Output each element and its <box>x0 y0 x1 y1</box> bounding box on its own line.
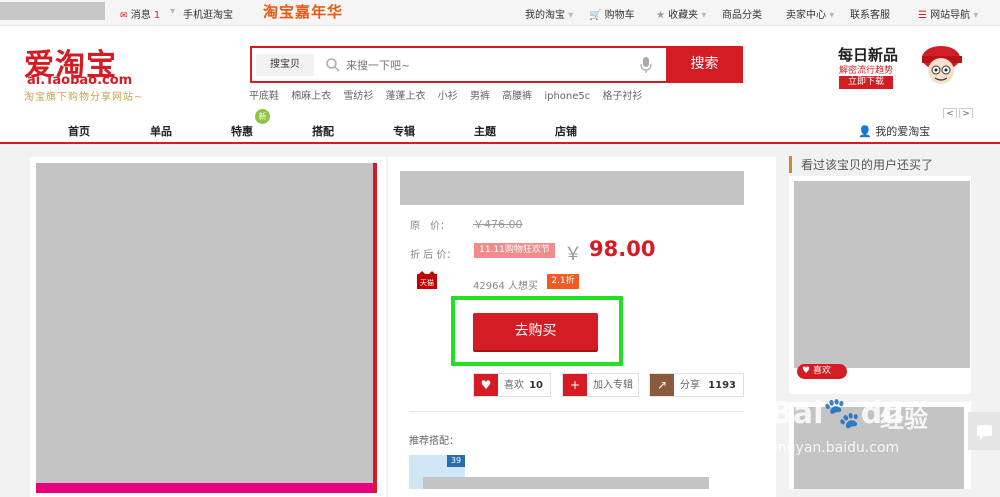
hot-search-link[interactable]: 男裤 <box>470 91 490 102</box>
discount-price-label: 折 后 价： <box>410 250 457 261</box>
cart-icon: 🛒 <box>589 10 602 21</box>
header: 爱淘宝 ai.Taobao.com 淘宝旗下购物分享网站~ 搜宝贝 搜索 平底鞋… <box>0 26 1000 121</box>
original-price: ￥476.00 <box>473 218 523 231</box>
divider: ▾ <box>170 6 176 17</box>
messages-link[interactable]: ✉ 消息 1 <box>120 6 160 21</box>
recommend-like-button[interactable]: ♥ 喜欢 <box>797 364 847 379</box>
festival-logo[interactable]: 淘宝嘉年华 <box>263 1 343 22</box>
search-button[interactable]: 搜索 <box>666 46 743 83</box>
share-button[interactable]: ↗ 分享 1193 <box>649 373 744 397</box>
user-icon: 👤 <box>858 125 872 138</box>
star-icon: ★ <box>656 10 665 21</box>
tmall-icon: 天猫 <box>417 271 437 289</box>
mail-icon: ✉ <box>120 11 128 21</box>
download-button[interactable]: 立即下载 <box>839 76 893 89</box>
logo-url: ai.Taobao.com <box>27 73 133 88</box>
categories-link[interactable]: 商品分类 <box>722 6 762 21</box>
nav-shop[interactable]: 店铺 <box>555 123 577 139</box>
mascot-icon <box>922 46 962 84</box>
seller-center-link[interactable]: 卖家中心 ▾ <box>786 6 834 21</box>
wants-count: 42964 人想买 <box>473 281 538 292</box>
product-title <box>400 171 744 205</box>
customer-service-link[interactable]: 联系客服 <box>850 6 890 21</box>
hot-search-link[interactable]: 平底鞋 <box>249 91 279 102</box>
currency-symbol: ￥ <box>564 244 582 265</box>
nav-match[interactable]: 搭配 <box>312 123 334 139</box>
new-badge: 新 <box>255 109 270 124</box>
promo-tag: 11.11购物狂欢节 <box>474 243 555 258</box>
nav-deals[interactable]: 特惠 <box>231 123 253 139</box>
logo-slogan: 淘宝旗下购物分享网站~ <box>24 92 144 103</box>
nav-album[interactable]: 专辑 <box>393 123 415 139</box>
message-count: 1 <box>153 10 161 21</box>
hot-search-link[interactable]: 高腰裤 <box>502 91 532 102</box>
heart-icon: ♥ <box>802 366 811 376</box>
hot-search-link[interactable]: 棉麻上衣 <box>291 91 331 102</box>
baidu-watermark: Bai🐾du 经验 jingyan.baidu.com <box>770 396 928 456</box>
hot-search-link[interactable]: 蓬蓬上衣 <box>386 91 426 102</box>
main-nav: 首页 单品 特惠 新 搭配 专辑 主题 店铺 👤 我的爱淘宝 <box>0 109 1000 144</box>
nav-single[interactable]: 单品 <box>150 123 172 139</box>
favorites-link[interactable]: ★ 收藏夹 ▾ <box>656 6 706 21</box>
search-input[interactable] <box>346 54 626 76</box>
my-ai-taobao-link[interactable]: 👤 我的爱淘宝 <box>858 123 930 139</box>
search-bar: 搜宝贝 搜索 <box>250 46 743 83</box>
product-image[interactable] <box>36 163 377 493</box>
menu-icon: ☰ <box>918 10 927 21</box>
site-nav-link[interactable]: ☰ 网站导航 ▾ <box>918 6 978 21</box>
original-price-label: 原 价： <box>410 221 450 232</box>
chat-icon <box>977 425 992 440</box>
microphone-icon[interactable] <box>640 56 652 74</box>
like-button[interactable]: ♥ 喜欢 10 <box>473 373 551 397</box>
cart-link[interactable]: 🛒 购物车 <box>589 6 635 21</box>
also-bought-title: 看过该宝贝的用户还买了 <box>789 156 979 173</box>
heart-icon: ♥ <box>474 374 498 396</box>
share-icon: ↗ <box>650 374 674 396</box>
add-album-button[interactable]: + 加入专辑 <box>562 373 639 397</box>
divider <box>409 411 744 412</box>
buy-button[interactable]: 去购买 <box>473 313 598 350</box>
my-taobao-link[interactable]: 我的淘宝 ▾ <box>525 6 573 21</box>
promo-subtitle: 解密流行趋势 <box>839 66 894 76</box>
hot-search-link[interactable]: 雪纺衫 <box>343 91 373 102</box>
recommend-title <box>423 477 709 489</box>
nav-home[interactable]: 首页 <box>68 123 90 139</box>
recommend-badge: 39 <box>447 455 465 467</box>
redacted-block <box>0 2 105 20</box>
search-type-select[interactable]: 搜宝贝 <box>256 54 314 76</box>
svg-text:天猫: 天猫 <box>420 278 434 287</box>
mobile-link[interactable]: 手机逛淘宝 <box>183 6 233 21</box>
discount-badge: 2.1折 <box>547 274 579 289</box>
plus-icon: + <box>563 374 587 396</box>
chat-button[interactable] <box>968 412 1000 450</box>
recommend-image[interactable] <box>794 181 970 368</box>
hot-search-link[interactable]: 小衫 <box>438 91 458 102</box>
top-bar: ✉ 消息 1 ▾ 手机逛淘宝 淘宝嘉年华 我的淘宝 ▾ 🛒 购物车 ★ 收藏夹 … <box>0 0 1000 26</box>
promo-title[interactable]: 每日新品 <box>838 44 898 65</box>
search-icon <box>326 58 340 72</box>
price: 98.00 <box>589 237 656 261</box>
hot-searches: 平底鞋 棉麻上衣 雪纺衫 蓬蓬上衣 小衫 男裤 高腰裤 iphone5c 格子衬… <box>249 87 651 102</box>
hot-search-link[interactable]: iphone5c <box>544 91 590 102</box>
nav-theme[interactable]: 主题 <box>474 123 496 139</box>
recommend-label: 推荐搭配： <box>409 436 459 447</box>
paw-icon: 🐾 <box>823 396 861 431</box>
hot-search-link[interactable]: 格子衬衫 <box>602 91 642 102</box>
image-strip <box>36 483 373 493</box>
